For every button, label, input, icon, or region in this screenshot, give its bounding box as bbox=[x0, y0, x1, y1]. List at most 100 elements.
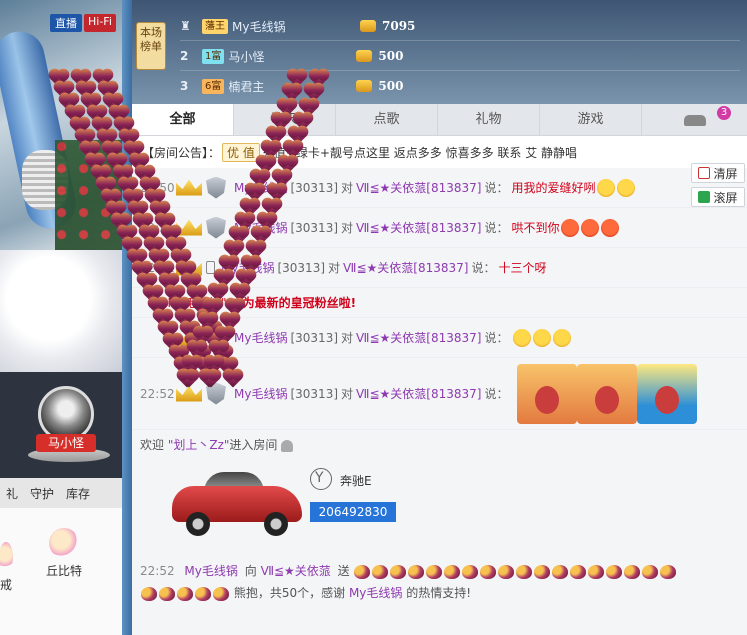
chat-message: 22:52 My毛线锅 [30313] 对 Ⅶ≦★关依蒎[813837] 说： bbox=[132, 358, 747, 430]
heart-gift-icon bbox=[462, 564, 479, 579]
tab-game[interactable]: 游戏 bbox=[540, 104, 642, 135]
guard-shield-icon bbox=[206, 216, 226, 239]
rank-name: 楠君主 bbox=[228, 79, 265, 94]
ring-icon bbox=[0, 542, 13, 572]
scroll-screen-button[interactable]: 滚屏 bbox=[691, 187, 745, 207]
say-word: 说： bbox=[471, 261, 496, 275]
thinking-emoji-icon bbox=[617, 178, 636, 197]
heart-gift-icon bbox=[534, 564, 551, 579]
heart-gift-icon bbox=[141, 586, 157, 601]
heart-gift-icon bbox=[213, 586, 229, 601]
coin-icon bbox=[356, 80, 373, 92]
chat-message: 22:51 My毛线锅 [30313] 对 Ⅶ≦★关依蒎[813837] 说： … bbox=[132, 248, 747, 288]
rank-trophy-icon: ♜ bbox=[180, 19, 191, 33]
left-tab-gift[interactable]: 礼 bbox=[0, 485, 24, 502]
message-time: 22:50 bbox=[140, 180, 175, 195]
heart-gift-icon bbox=[159, 586, 175, 601]
gift-label: 戒 bbox=[0, 578, 12, 592]
chat-message: My毛线锅 [30313] 对 Ⅶ≦★关依蒎[813837] 说： bbox=[132, 318, 747, 358]
rank-row[interactable]: 3 6富 楠君主 500 bbox=[180, 72, 600, 100]
clear-screen-button[interactable]: 清屏 bbox=[691, 163, 745, 183]
heart-gift-icon bbox=[354, 564, 371, 579]
tab-chat[interactable]: 聊天 bbox=[234, 104, 336, 135]
system-username[interactable]: "My毛线锅" bbox=[162, 296, 227, 310]
sender-name[interactable]: My毛线锅 bbox=[234, 329, 287, 346]
coin-icon bbox=[360, 20, 376, 32]
left-tabs: 礼 守护 库存 bbox=[0, 478, 122, 508]
live-video[interactable]: 直播 Hi-Fi bbox=[0, 0, 122, 372]
target-name[interactable]: Ⅶ≦★关依蒎[813837] bbox=[356, 329, 481, 346]
crown-icon bbox=[176, 259, 202, 276]
crown-icon bbox=[176, 219, 202, 236]
thanks-username[interactable]: My毛线锅 bbox=[349, 586, 402, 600]
rank-number: 2 bbox=[180, 49, 189, 63]
heart-gift-icon bbox=[177, 586, 193, 601]
sender-name[interactable]: My毛线锅 bbox=[234, 385, 287, 402]
car-icon bbox=[683, 115, 706, 126]
tab-car[interactable]: 3 bbox=[642, 104, 747, 135]
gift-message: 22:52 My毛线锅 向 Ⅶ≦★关依蒎 送 熊抱，共50个，感谢 My毛线锅 … bbox=[132, 552, 747, 604]
smirk-emoji-icon bbox=[553, 328, 572, 347]
rank-board: 本场榜单 ♜ 藩王 My毛线锅 7095 2 1富 马小怪 500 3 6富 楠… bbox=[132, 0, 747, 104]
crown-icon bbox=[176, 179, 202, 196]
chat-message: 22:50 My毛线锅 [30313] 对 Ⅶ≦★关依蒎[813837] 说： … bbox=[132, 163, 747, 208]
welcome-username[interactable]: "划上丶Zz" bbox=[168, 438, 230, 452]
target-name[interactable]: Ⅶ≦★关依蒎[813837] bbox=[356, 219, 481, 236]
room-notice: 【房间公告】： 优 值 充值+绿卡+靓号点这里 返点多多 惊喜多多 联系 艾 静… bbox=[132, 136, 747, 168]
sender-name[interactable]: My毛线锅 bbox=[234, 219, 287, 236]
car-wheel bbox=[186, 512, 210, 536]
anchor-name[interactable]: 马小怪 bbox=[36, 434, 96, 452]
rank-row[interactable]: 2 1富 马小怪 500 bbox=[180, 42, 600, 70]
say-word: 说： bbox=[484, 181, 509, 195]
target-name[interactable]: Ⅶ≦★关依蒎[813837] bbox=[343, 259, 468, 276]
gift-cupid[interactable]: 丘比特 bbox=[42, 528, 86, 579]
car-name: 奔驰E bbox=[340, 474, 372, 488]
mercedes-logo-icon bbox=[310, 468, 332, 490]
left-tab-inventory[interactable]: 库存 bbox=[60, 485, 96, 502]
anchor-panel: 马小怪 礼 守护 库存 戒 丘比特 bbox=[0, 372, 122, 635]
gift-label: 丘比特 bbox=[45, 564, 82, 578]
heart-gift-icon bbox=[552, 564, 569, 579]
cupid-icon bbox=[49, 528, 79, 558]
crown-icon bbox=[176, 385, 202, 402]
tab-song[interactable]: 点歌 bbox=[336, 104, 438, 135]
rank-amount: 500 bbox=[378, 49, 404, 63]
sender-name[interactable]: My毛线锅 bbox=[221, 259, 274, 276]
heart-gift-icon bbox=[660, 564, 677, 579]
car-number[interactable]: 206492830 bbox=[310, 502, 396, 522]
guard-shield-icon bbox=[206, 326, 226, 349]
smirk-emoji-icon bbox=[533, 328, 552, 347]
smirk-emoji-icon bbox=[513, 328, 532, 347]
sticker-group bbox=[517, 363, 698, 424]
car-entry: 奔驰E 206492830 bbox=[132, 460, 747, 552]
message-time: 22:51 bbox=[140, 260, 175, 275]
gift-hearts bbox=[353, 564, 677, 579]
sender-id: [30313] bbox=[290, 180, 339, 195]
heart-gift-icon bbox=[195, 586, 211, 601]
rank-row[interactable]: ♜ 藩王 My毛线锅 7095 bbox=[180, 12, 600, 40]
rank-name: My毛线锅 bbox=[232, 19, 286, 34]
left-gift-list: 戒 丘比特 bbox=[0, 522, 122, 602]
left-tab-guard[interactable]: 守护 bbox=[24, 485, 60, 502]
car-count-badge: 3 bbox=[717, 106, 731, 120]
heart-gift-icon bbox=[606, 564, 623, 579]
gift-ring[interactable]: 戒 bbox=[0, 542, 18, 593]
sender-name[interactable]: My毛线锅 bbox=[234, 179, 287, 196]
tab-all[interactable]: 全部 bbox=[132, 104, 234, 135]
heart-gift-icon bbox=[570, 564, 587, 579]
target-name[interactable]: Ⅶ≦★关依蒎[813837] bbox=[356, 179, 481, 196]
target-name[interactable]: Ⅶ≦★关依蒎[813837] bbox=[356, 385, 481, 402]
tab-gift[interactable]: 礼物 bbox=[438, 104, 540, 135]
notice-chip[interactable]: 优 值 bbox=[222, 142, 260, 162]
notice-text[interactable]: 充值+绿卡+靓号点这里 返点多多 惊喜多多 联系 艾 静静唱 bbox=[262, 144, 577, 161]
rank-board-label[interactable]: 本场榜单 bbox=[136, 22, 166, 70]
target-name[interactable]: Ⅶ≦★关依蒎 bbox=[261, 564, 331, 578]
chat-tabs: 全部 聊天 点歌 礼物 游戏 3 bbox=[132, 104, 747, 136]
guard-shield-icon bbox=[206, 176, 226, 199]
rank-divider bbox=[180, 40, 740, 41]
heart-gift-icon bbox=[588, 564, 605, 579]
live-badge: 直播 bbox=[50, 14, 82, 32]
sender-name[interactable]: My毛线锅 bbox=[184, 564, 237, 578]
streamer bbox=[0, 250, 122, 372]
sender-id: [30313] bbox=[290, 386, 339, 401]
